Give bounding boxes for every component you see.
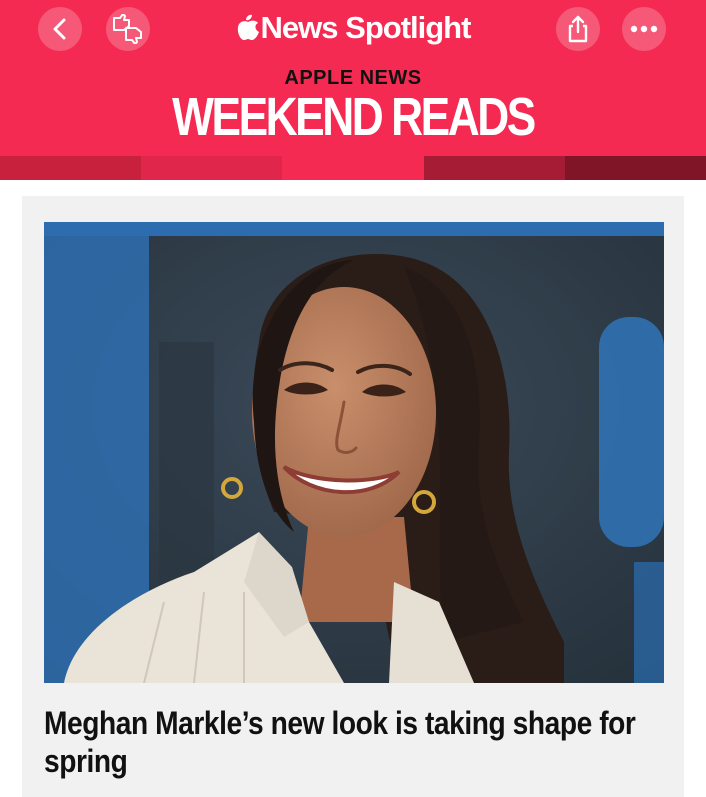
article-photo — [44, 222, 664, 683]
more-button[interactable] — [622, 7, 666, 51]
share-icon — [568, 15, 588, 43]
logo-text: News Spotlight — [260, 10, 472, 45]
article-card[interactable]: Meghan Markle’s new look is taking shape… — [22, 196, 684, 797]
stripe — [564, 156, 706, 180]
banner-title: WEEKEND READS — [172, 87, 536, 147]
stripe — [282, 156, 424, 180]
banner-kicker: APPLE NEWS — [284, 67, 422, 89]
portrait-image — [44, 222, 664, 683]
color-stripes — [0, 156, 706, 180]
stripe — [0, 156, 142, 180]
apple-logo-icon — [237, 14, 259, 40]
stripe — [141, 156, 283, 180]
app-logo: News Spotlight — [0, 10, 706, 46]
ellipsis-icon — [630, 25, 658, 33]
article-headline[interactable]: Meghan Markle’s new look is taking shape… — [44, 704, 674, 780]
stripe — [423, 156, 565, 180]
spotlight-header: News Spotlight APPLE NEWS WEEKEND READS — [0, 0, 706, 180]
share-button[interactable] — [556, 7, 600, 51]
